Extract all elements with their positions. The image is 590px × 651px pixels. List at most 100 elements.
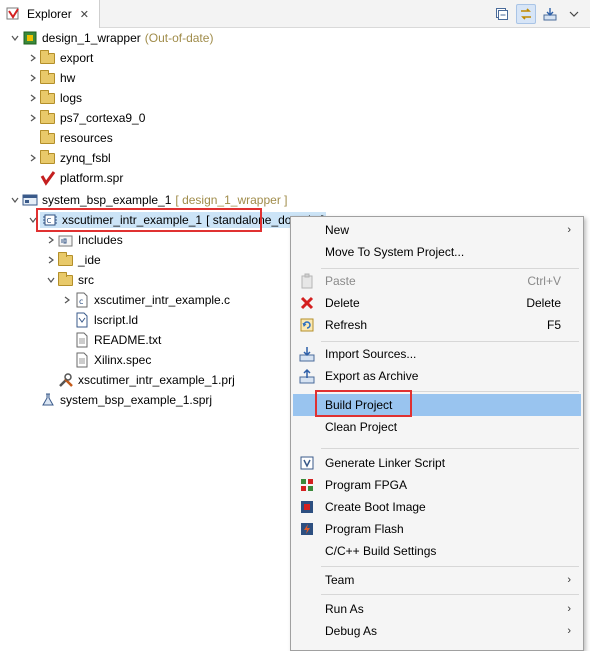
folder-icon [40, 110, 56, 126]
tree-node-includes[interactable]: Includes [44, 230, 123, 250]
close-icon[interactable]: ✕ [80, 8, 89, 21]
explorer-tabbar: Explorer ✕ [0, 0, 590, 28]
menu-item-program-flash[interactable]: Program Flash [293, 518, 581, 540]
folder-icon [40, 90, 56, 106]
tree-node-prj[interactable]: xscutimer_intr_example_1.prj [44, 370, 235, 390]
menu-item-run-as[interactable]: Run As › [293, 598, 581, 620]
export-icon [299, 368, 315, 384]
tree-label: Xilinx.spec [94, 353, 152, 367]
menu-item-cpp-build-settings[interactable]: C/C++ Build Settings [293, 540, 581, 562]
includes-icon [58, 232, 74, 248]
tree-node-resources[interactable]: resources [26, 128, 113, 148]
tree-node-app-project[interactable]: C xscutimer_intr_example_1 [ standalone_… [26, 210, 327, 230]
folder-icon [40, 150, 56, 166]
collapsed-chevron-icon[interactable] [26, 88, 40, 108]
tree-node-platform[interactable]: design_1_wrapper (Out-of-date) [8, 28, 213, 48]
menu-item-move-to-system-project[interactable]: Move To System Project... [293, 241, 581, 263]
collapsed-chevron-icon[interactable] [26, 68, 40, 88]
tree-label: zynq_fsbl [60, 151, 111, 165]
collapsed-chevron-icon[interactable] [26, 108, 40, 128]
refresh-icon [299, 317, 315, 333]
collapse-all-button[interactable] [492, 4, 512, 24]
folder-icon [40, 130, 56, 146]
tree-label: logs [60, 91, 83, 105]
submenu-arrow-icon: › [567, 625, 571, 637]
folder-icon [58, 252, 74, 268]
menu-item-program-fpga[interactable]: Program FPGA [293, 474, 581, 496]
tree-label: export [60, 51, 94, 65]
tree-label: hw [60, 71, 76, 85]
menu-item-delete[interactable]: Delete Delete [293, 292, 581, 314]
menu-separator [321, 566, 579, 567]
tree-node-lscript[interactable]: lscript.ld [60, 310, 138, 330]
tree-node-logs[interactable]: logs [26, 88, 82, 108]
platform-file-icon [40, 170, 56, 186]
tree-node-hw[interactable]: hw [26, 68, 75, 88]
paste-icon [299, 273, 315, 289]
expanded-chevron-icon[interactable] [8, 190, 22, 210]
collapsed-chevron-icon[interactable] [60, 290, 74, 310]
system-project-decoration: [ design_1_wrapper ] [175, 193, 288, 207]
expanded-chevron-icon[interactable] [26, 210, 40, 230]
app-project-name: xscutimer_intr_example_1 [62, 213, 203, 227]
collapse-all-icon [496, 8, 508, 20]
menu-item-team[interactable]: Team › [293, 569, 581, 591]
tree-label: resources [60, 131, 113, 145]
chevron-down-icon [569, 11, 579, 17]
tree-node-ide[interactable]: _ide [44, 250, 101, 270]
tree-node-xilinx-spec[interactable]: Xilinx.spec [60, 350, 151, 370]
tree-node-readme[interactable]: README.txt [60, 330, 161, 350]
collapsed-chevron-icon[interactable] [26, 148, 40, 168]
view-menu-button[interactable] [564, 4, 584, 24]
tree-label: system_bsp_example_1.sprj [60, 393, 213, 407]
linker-script-icon [299, 455, 315, 471]
collapsed-chevron-icon[interactable] [44, 230, 58, 250]
collapsed-chevron-icon[interactable] [26, 48, 40, 68]
menu-item-paste[interactable]: Paste Ctrl+V [293, 270, 581, 292]
menu-item-refresh[interactable]: Refresh F5 [293, 314, 581, 336]
flask-icon [40, 392, 56, 408]
svg-text:C: C [47, 217, 52, 225]
tree-label: README.txt [94, 333, 162, 347]
link-with-editor-button[interactable] [516, 4, 536, 24]
menu-item-generate-linker-script[interactable]: Generate Linker Script [293, 452, 581, 474]
tree-node-sprj[interactable]: system_bsp_example_1.sprj [26, 390, 212, 410]
delete-icon [299, 295, 315, 311]
menu-item-import-sources[interactable]: Import Sources... [293, 343, 581, 365]
import-icon [543, 8, 557, 21]
expanded-chevron-icon[interactable] [8, 28, 22, 48]
view-toolbar [492, 4, 584, 24]
folder-icon [40, 50, 56, 66]
menu-item-new[interactable]: New › [293, 219, 581, 241]
submenu-arrow-icon: › [567, 224, 571, 236]
menu-separator [321, 268, 579, 269]
tree-node-export[interactable]: export [26, 48, 93, 68]
explorer-tab[interactable]: Explorer ✕ [0, 0, 100, 28]
menu-item-build-project[interactable]: Build Project [293, 394, 581, 416]
tree-node-ps7[interactable]: ps7_cortexa9_0 [26, 108, 145, 128]
tree-node-system-project[interactable]: system_bsp_example_1 [ design_1_wrapper … [8, 190, 287, 210]
explorer-tab-label: Explorer [27, 7, 72, 21]
tree-label: _ide [78, 253, 101, 267]
menu-item-clean-project[interactable]: Clean Project [293, 416, 581, 438]
tree-node-zynq-fsbl[interactable]: zynq_fsbl [26, 148, 111, 168]
tools-icon [58, 372, 74, 388]
explorer-view-icon [6, 6, 22, 22]
import-button[interactable] [540, 4, 560, 24]
menu-separator [321, 448, 579, 449]
menu-item-debug-as[interactable]: Debug As › [293, 620, 581, 642]
menu-item-create-boot-image[interactable]: Create Boot Image [293, 496, 581, 518]
menu-item-export-archive[interactable]: Export as Archive [293, 365, 581, 387]
menu-separator [321, 594, 579, 595]
source-folder-icon [58, 272, 74, 288]
expanded-chevron-icon[interactable] [44, 270, 58, 290]
tree-label: src [78, 273, 94, 287]
boot-image-icon [299, 499, 315, 515]
tree-node-platform-spr[interactable]: platform.spr [26, 168, 123, 188]
collapsed-chevron-icon[interactable] [44, 250, 58, 270]
tree-label: lscript.ld [94, 313, 139, 327]
tree-label: ps7_cortexa9_0 [60, 111, 146, 125]
tree-node-c-file[interactable]: c xscutimer_intr_example.c [60, 290, 230, 310]
platform-name: design_1_wrapper [42, 31, 141, 45]
tree-node-src[interactable]: src [44, 270, 94, 290]
